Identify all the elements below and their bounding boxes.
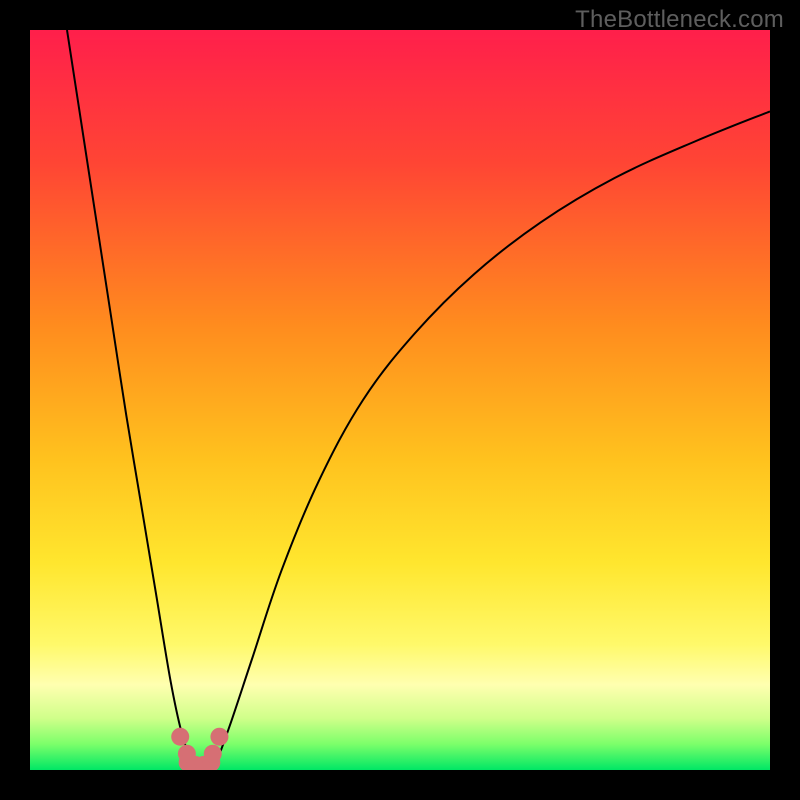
outer-frame: TheBottleneck.com <box>0 0 800 800</box>
marker-dot <box>171 728 189 746</box>
plot-area <box>30 30 770 770</box>
watermark-text: TheBottleneck.com <box>575 6 784 34</box>
gradient-rect <box>30 30 770 770</box>
chart-svg <box>30 30 770 770</box>
marker-dot <box>204 745 222 763</box>
marker-dot <box>210 728 228 746</box>
